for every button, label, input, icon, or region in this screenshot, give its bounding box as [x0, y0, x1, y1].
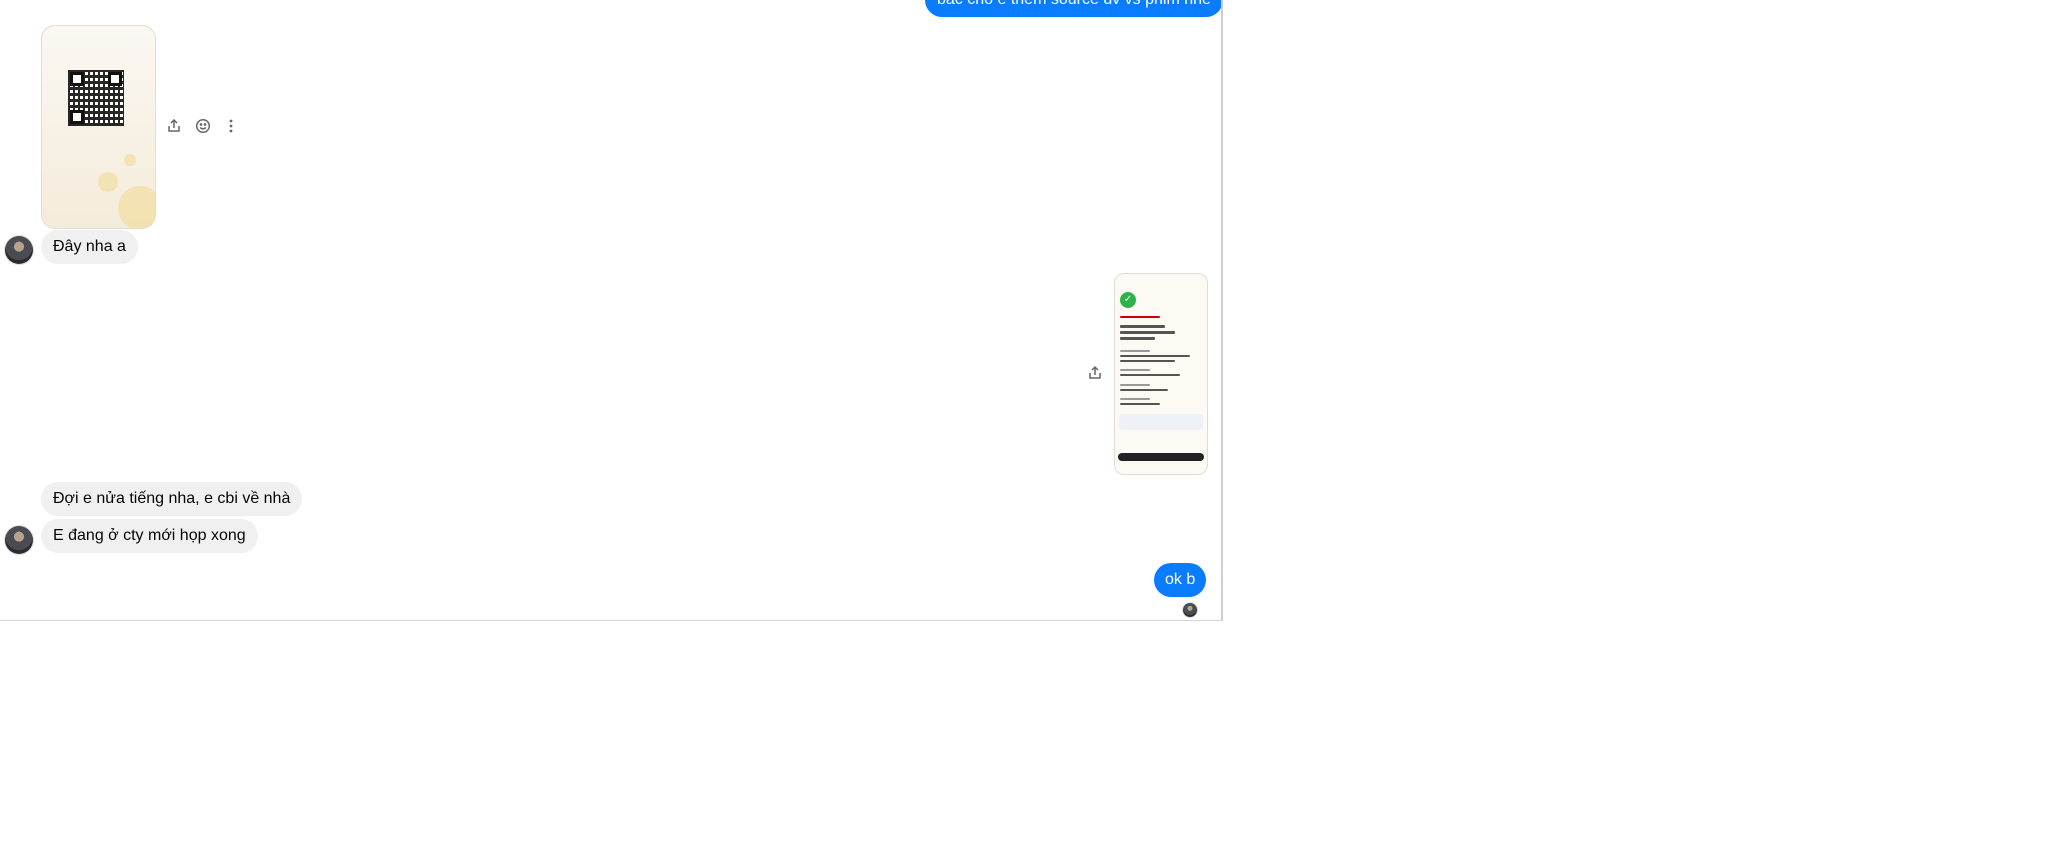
chat-pane: bác cho e thêm source đv vs phim nhé Đây… — [0, 0, 1223, 621]
check-icon: ✓ — [1120, 292, 1136, 308]
share-icon[interactable] — [1084, 362, 1106, 384]
outgoing-message[interactable]: ok b — [1154, 563, 1207, 597]
qr-code-image[interactable] — [41, 25, 156, 229]
share-icon[interactable] — [163, 115, 185, 137]
incoming-message[interactable]: Đợi e nửa tiếng nha, e cbi về nhà — [41, 482, 303, 516]
receipt-image[interactable]: ✓ — [1114, 273, 1208, 475]
avatar[interactable] — [5, 526, 33, 554]
outgoing-message[interactable]: bác cho e thêm source đv vs phim nhé — [925, 0, 1221, 17]
incoming-message[interactable]: Đây nha a — [41, 230, 138, 264]
more-vertical-icon[interactable] — [220, 115, 242, 137]
smiley-icon[interactable] — [192, 115, 214, 137]
avatar[interactable] — [5, 236, 33, 264]
seen-avatar — [1183, 603, 1197, 617]
incoming-message[interactable]: E đang ở cty mới họp xong — [41, 519, 258, 553]
